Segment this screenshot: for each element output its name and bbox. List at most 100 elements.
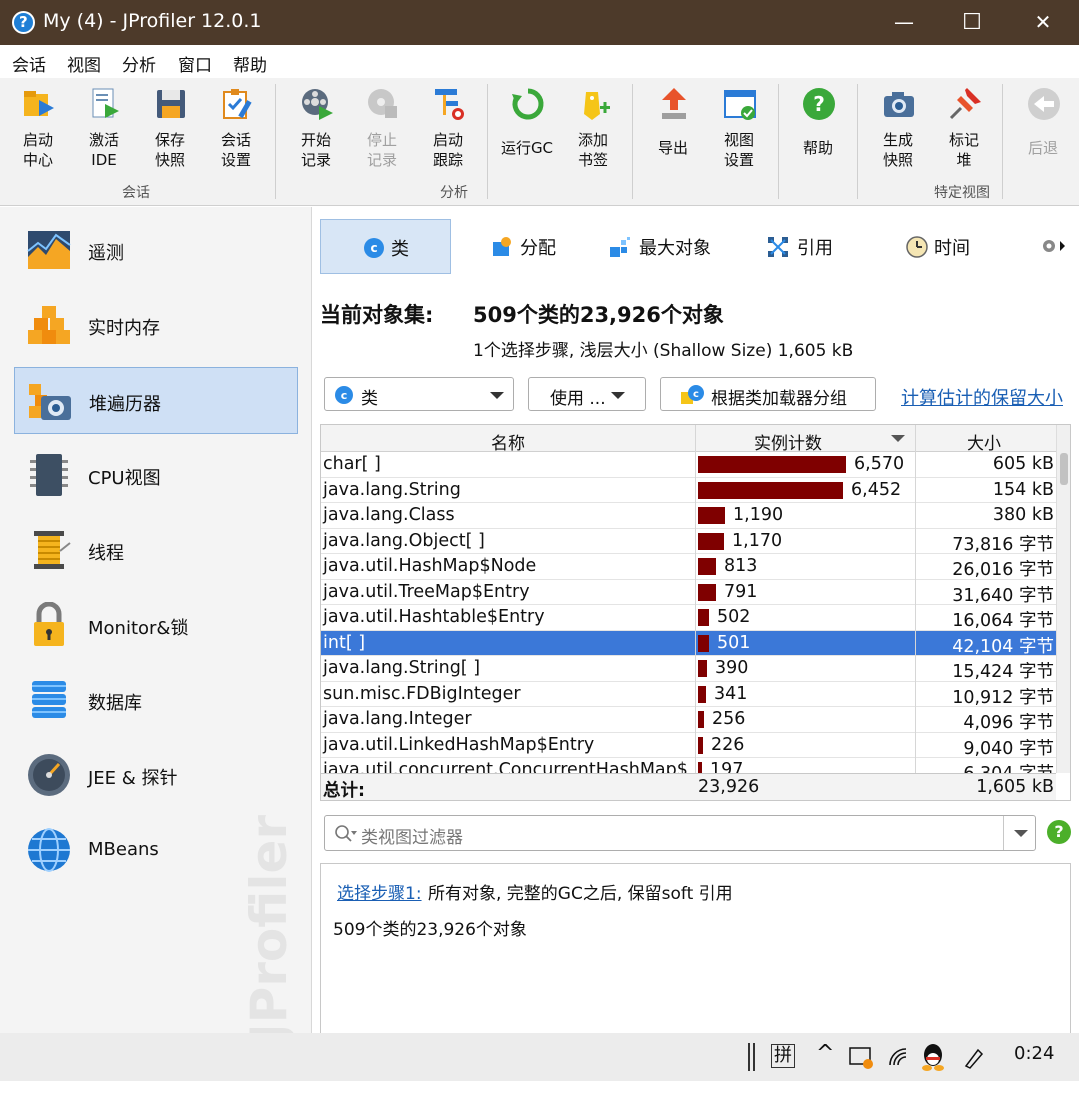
object-set-detail: 1个选择步骤, 浅层大小 (Shallow Size) 1,605 kB <box>473 341 854 361</box>
table-row[interactable]: java.lang.Class 1,190 380 kB <box>321 503 1056 529</box>
wifi-icon[interactable] <box>888 1047 912 1069</box>
maximize-button[interactable]: ☐ <box>937 0 1007 45</box>
table-row[interactable]: java.lang.String 6,452 154 kB <box>321 478 1056 503</box>
back-button[interactable]: 后退 <box>1013 86 1073 186</box>
taskbar-separator <box>753 1043 755 1071</box>
class-view-filter[interactable]: 类视图过滤器 <box>324 815 1036 851</box>
usage-dropdown-button[interactable]: 使用 ... <box>528 377 646 411</box>
group-by-classloader-button[interactable]: c 根据类加载器分组 <box>660 377 876 411</box>
ime-indicator[interactable]: 拼 <box>771 1044 795 1068</box>
tab-allocations[interactable]: 分配 <box>483 219 583 274</box>
add-bookmark-button[interactable]: 添加 书签 <box>563 86 623 186</box>
menu-help[interactable]: 帮助 <box>233 51 267 76</box>
column-divider <box>695 425 696 773</box>
table-row[interactable]: java.util.Hashtable$Entry 502 16,064 字节 <box>321 605 1056 631</box>
column-name[interactable]: 名称 <box>491 429 525 454</box>
object-set-summary: 509个类的23,926个对象 <box>473 303 724 327</box>
selection-step-link[interactable]: 选择步骤1: <box>337 879 422 904</box>
table-scrollbar[interactable] <box>1056 425 1070 773</box>
instance-count-cell: 256 <box>712 709 746 729</box>
instance-count-cell: 6,452 <box>851 479 902 500</box>
show-hidden-icons[interactable]: ^ <box>816 1041 834 1066</box>
more-tabs-button[interactable] <box>1041 235 1067 257</box>
column-size[interactable]: 大小 <box>967 429 1001 454</box>
sidebar-item-threads[interactable]: 线程 <box>14 517 298 584</box>
stop-recording-button[interactable]: 停止 记录 <box>352 86 412 186</box>
mark-heap-button[interactable]: 标记 堆 <box>934 86 994 186</box>
size-cell: 16,064 字节 <box>952 611 1054 631</box>
tab-time[interactable]: 时间 <box>898 219 998 274</box>
tab-classes[interactable]: c 类 <box>320 219 451 274</box>
menu-analyze[interactable]: 分析 <box>122 51 156 76</box>
size-cell: 31,640 字节 <box>952 585 1054 606</box>
sidebar-item-databases[interactable]: 数据库 <box>14 667 298 734</box>
class-name-cell: java.util.Hashtable$Entry <box>323 607 545 627</box>
close-button[interactable]: ✕ <box>1008 0 1078 45</box>
svg-text:c: c <box>370 241 377 255</box>
activate-ide-button[interactable]: 激活 IDE <box>74 86 134 186</box>
stop-recording-icon <box>368 89 397 118</box>
class-name-cell: java.lang.String[ ] <box>323 658 481 678</box>
table-row[interactable]: java.lang.Integer 256 4,096 字节 <box>321 707 1056 733</box>
export-button[interactable]: 导出 <box>643 86 703 186</box>
start-tracking-icon <box>435 89 464 120</box>
allocations-icon <box>493 237 511 256</box>
table-row[interactable]: int[ ] 501 42,104 字节 <box>321 630 1056 657</box>
table-row[interactable]: java.lang.Object[ ] 1,170 73,816 字节 <box>321 529 1056 555</box>
filter-help-button[interactable]: ? <box>1047 820 1071 844</box>
session-settings-icon <box>223 89 252 119</box>
table-row[interactable]: java.util.HashMap$Node 813 26,016 字节 <box>321 554 1056 580</box>
table-row[interactable]: char[ ] 6,570 605 kB <box>321 452 1056 478</box>
sidebar-item-monitors-locks[interactable]: Monitor&锁 <box>14 592 298 659</box>
monitor-lock-icon <box>34 602 64 646</box>
pen-icon[interactable] <box>962 1046 986 1070</box>
run-gc-button[interactable]: 运行GC <box>497 86 557 186</box>
sidebar-item-cpu-views[interactable]: CPU视图 <box>14 442 298 509</box>
filter-input[interactable]: 类视图过滤器 <box>361 823 463 848</box>
menu-session[interactable]: 会话 <box>12 51 46 76</box>
scrollbar-thumb[interactable] <box>1060 453 1068 485</box>
sidebar-item-telemetry[interactable]: 遥测 <box>14 217 298 284</box>
network-status-icon[interactable] <box>848 1046 874 1070</box>
run-gc-icon <box>512 88 544 120</box>
start-recording-button[interactable]: 开始 记录 <box>286 86 346 186</box>
table-row[interactable]: sun.misc.FDBigInteger 341 10,912 字节 <box>321 682 1056 708</box>
column-instance-count[interactable]: 实例计数 <box>754 429 822 454</box>
session-settings-button[interactable]: 会话 设置 <box>206 86 266 186</box>
save-snapshot-button[interactable]: 保存 快照 <box>140 86 200 186</box>
start-center-button[interactable]: 启动 中心 <box>8 86 68 186</box>
filter-history-dropdown[interactable] <box>1014 830 1028 837</box>
table-row[interactable]: java.util.LinkedHashMap$Entry 226 9,040 字节 <box>321 733 1056 759</box>
clock[interactable]: 0:24 <box>1014 1043 1054 1064</box>
class-name-cell: java.util.LinkedHashMap$Entry <box>323 734 595 755</box>
view-settings-button[interactable]: 视图 设置 <box>709 86 769 186</box>
heap-walker-panel: c 类 分配 最大对象 引用 时间 当前对象集: 509个类的23,926个对象… <box>313 207 1079 1038</box>
minimize-button[interactable]: — <box>869 0 939 45</box>
help-button[interactable]: ? 帮助 <box>788 86 848 186</box>
instance-count-cell: 813 <box>724 556 758 576</box>
calculate-retained-size-link[interactable]: 计算估计的保留大小 <box>901 384 1063 410</box>
class-name-cell: java.lang.Integer <box>323 709 472 729</box>
sidebar-item-heap-walker[interactable]: 堆遍历器 <box>14 367 298 434</box>
take-snapshot-button[interactable]: 生成 快照 <box>868 86 928 186</box>
start-center-icon <box>24 91 54 116</box>
search-icon <box>335 825 357 842</box>
table-row[interactable]: java.util.TreeMap$Entry 791 31,640 字节 <box>321 580 1056 606</box>
size-cell: 10,912 字节 <box>952 687 1054 708</box>
instance-count-bar <box>698 736 703 754</box>
aggregation-select[interactable]: c 类 <box>324 377 514 411</box>
back-icon <box>1028 88 1060 120</box>
tab-references[interactable]: 引用 <box>761 219 861 274</box>
toolbar-group-analyze: 分析 <box>440 185 468 201</box>
sidebar-item-live-memory[interactable]: 实时内存 <box>14 292 298 359</box>
tab-biggest-objects[interactable]: 最大对象 <box>603 219 733 274</box>
size-cell: 42,104 字节 <box>952 636 1054 657</box>
size-cell: 26,016 字节 <box>952 560 1054 580</box>
qq-icon[interactable] <box>921 1043 945 1071</box>
menu-window[interactable]: 窗口 <box>178 51 212 76</box>
help-icon: ? <box>1054 822 1064 841</box>
menu-view[interactable]: 视图 <box>67 51 101 76</box>
table-row[interactable]: java.lang.String[ ] 390 15,424 字节 <box>321 656 1056 682</box>
start-tracking-button[interactable]: 启动 跟踪 <box>418 86 478 186</box>
sidebar-item-jee-probes[interactable]: JEE & 探针 <box>14 742 298 809</box>
